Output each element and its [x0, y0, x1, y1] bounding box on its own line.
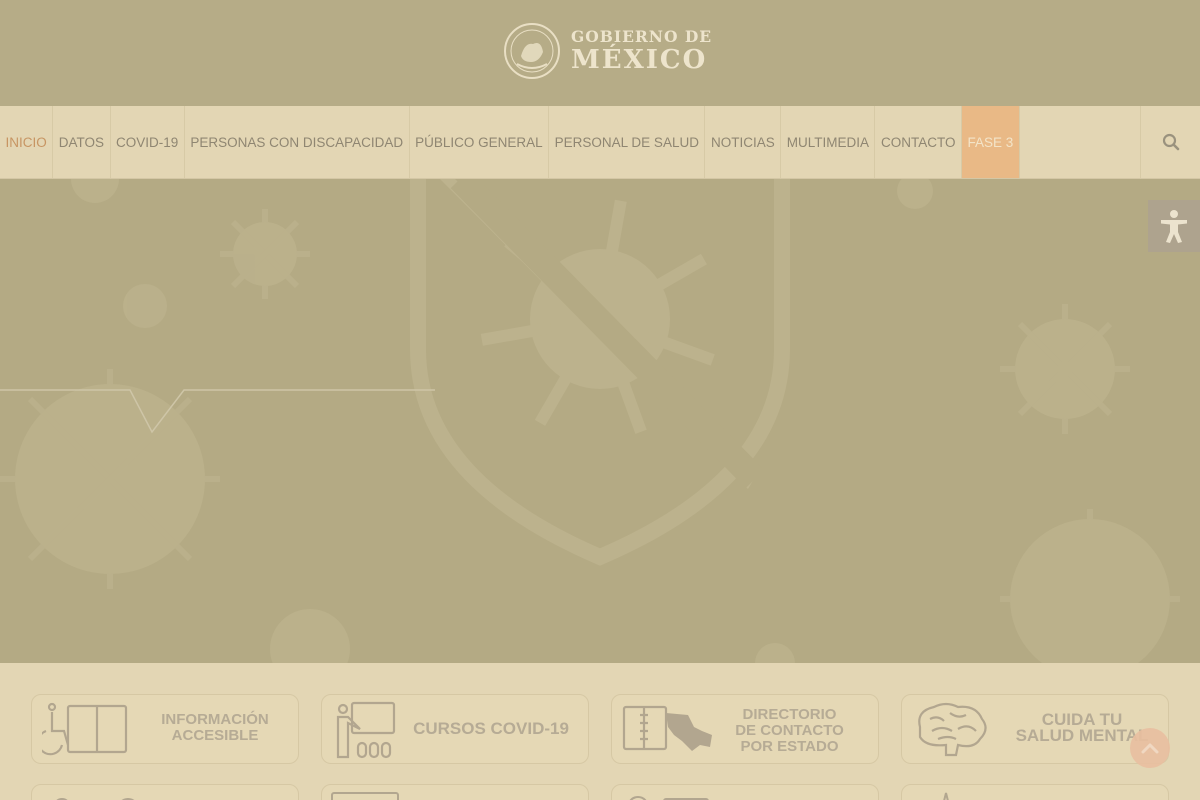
- card-row2-icon: [629, 796, 709, 800]
- card-row2-icon: [331, 792, 399, 800]
- card-label: INFORMACIÓN ACCESIBLE: [161, 711, 269, 744]
- logo-line-1: GOBIERNO DE: [571, 27, 713, 46]
- card-row2-4[interactable]: [901, 784, 1169, 800]
- hero-banner[interactable]: [0, 179, 1200, 663]
- logo-line-2: MÉXICO: [571, 45, 708, 75]
- nav-item-multimedia[interactable]: MULTIMEDIA: [781, 106, 876, 178]
- gobierno-logo[interactable]: GOBIERNO DE MÉXICO: [503, 22, 712, 80]
- hero-illustration: [0, 179, 1180, 663]
- nav-item-noticias[interactable]: NOTICIAS: [705, 106, 782, 178]
- accessibility-icon: [1161, 210, 1187, 243]
- card-row2-2[interactable]: [321, 784, 589, 800]
- nav-item-personal-salud[interactable]: PERSONAL DE SALUD: [549, 106, 706, 178]
- national-seal-icon: [504, 23, 560, 79]
- card-row2-3[interactable]: [611, 784, 879, 800]
- card-row2-1[interactable]: [31, 784, 299, 800]
- nav-item-inicio[interactable]: INICIO: [0, 106, 54, 178]
- card-directorio-contacto[interactable]: DIRECTORIO DE CONTACTO POR ESTADO: [611, 694, 879, 764]
- card-informacion-accesible[interactable]: INFORMACIÓN ACCESIBLE: [31, 694, 299, 764]
- card-label: CURSOS COVID-19: [413, 719, 569, 738]
- search-icon: [1162, 133, 1179, 151]
- nav-item-discapacidad[interactable]: PERSONAS CON DISCAPACIDAD: [185, 106, 410, 178]
- site-header: GOBIERNO DE MÉXICO: [0, 0, 1200, 106]
- card-label: DIRECTORIO DE CONTACTO POR ESTADO: [735, 706, 844, 755]
- nav-item-contacto[interactable]: CONTACTO: [875, 106, 962, 178]
- nav-item-covid[interactable]: COVID-19: [111, 106, 185, 178]
- chevron-up-icon: [1141, 743, 1159, 754]
- main-nav: INICIO DATOS COVID-19 PERSONAS CON DISCA…: [0, 106, 1200, 179]
- card-row2-icon: [56, 798, 135, 800]
- nav-item-publico-general[interactable]: PÚBLICO GENERAL: [410, 106, 550, 178]
- search-button[interactable]: [1140, 106, 1200, 178]
- card-row2-icon: [943, 792, 949, 800]
- nav-item-fase-3[interactable]: FASE 3: [962, 106, 1020, 178]
- accessibility-button[interactable]: [1148, 200, 1200, 252]
- brain-icon: [918, 702, 987, 757]
- card-salud-mental[interactable]: CUIDA TU SALUD MENTAL: [901, 694, 1169, 764]
- nav-item-datos[interactable]: DATOS: [53, 106, 111, 178]
- course-teacher-icon: [336, 701, 396, 759]
- accessible-info-icon: [42, 702, 128, 756]
- directory-map-icon: [622, 705, 712, 751]
- scroll-to-top-button[interactable]: [1130, 728, 1170, 768]
- card-cursos-covid[interactable]: CURSOS COVID-19: [321, 694, 589, 764]
